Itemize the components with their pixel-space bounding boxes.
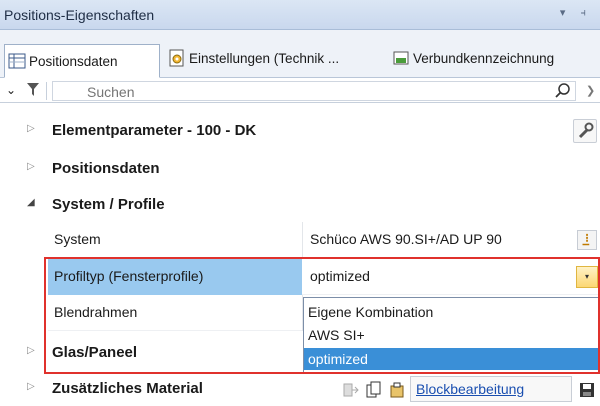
category-elementparameter[interactable]: ▷ Elementparameter - 100 - DK xyxy=(0,113,600,149)
wrench-button[interactable] xyxy=(573,119,597,143)
category-positionsdaten[interactable]: ▷ Positionsdaten xyxy=(0,151,600,187)
tab-positionsdaten[interactable]: Positionsdaten xyxy=(4,44,160,78)
search-icon[interactable] xyxy=(554,82,572,100)
bottom-toolbar: Blockbearbeitung xyxy=(0,372,600,406)
tab-label: Verbundkennzeichnung xyxy=(413,50,555,66)
property-value[interactable]: optimized xyxy=(310,268,370,284)
bulk-edit-link[interactable]: Blockbearbeitung xyxy=(416,381,524,397)
save-icon[interactable] xyxy=(578,381,596,399)
browse-button[interactable]: ⁝̲ xyxy=(577,230,597,250)
link-doc-icon xyxy=(393,51,409,65)
dropdown-option-selected[interactable]: optimized xyxy=(304,348,600,370)
expand-icon[interactable]: ▷ xyxy=(27,123,35,134)
search-row: ⌄ ❯ xyxy=(0,79,600,103)
category-label: Elementparameter - 100 - DK xyxy=(52,122,257,139)
category-system-profile[interactable]: ◢ System / Profile xyxy=(0,187,600,223)
table-icon xyxy=(8,53,26,69)
category-label: Positionsdaten xyxy=(52,160,160,177)
tab-strip: Positionsdaten Einstellungen (Technik ..… xyxy=(0,30,600,78)
dropdown-option[interactable]: Eigene Kombination xyxy=(304,301,600,323)
divider xyxy=(302,222,303,258)
copy-icon[interactable] xyxy=(365,381,383,399)
panel-titlebar: Positions-Eigenschaften ▾ ⫞ xyxy=(0,0,600,30)
property-name: System xyxy=(54,231,101,247)
window-controls[interactable]: ▾ ⫞ xyxy=(560,6,592,20)
profiltyp-dropdown-list[interactable]: Eigene Kombination AWS SI+ optimized xyxy=(303,297,600,373)
property-name: Blendrahmen xyxy=(54,304,138,320)
dropdown-button[interactable]: ▾ xyxy=(576,266,598,288)
settings-doc-icon xyxy=(169,49,184,67)
chevron-down-icon[interactable]: ⌄ xyxy=(6,83,16,97)
divider xyxy=(46,82,47,100)
tab-einstellungen[interactable]: Einstellungen (Technik ... xyxy=(164,44,386,72)
tab-label: Positionsdaten xyxy=(29,53,118,69)
category-label: Glas/Paneel xyxy=(52,344,138,361)
panel-title: Positions-Eigenschaften xyxy=(4,7,155,23)
collapse-icon[interactable]: ◢ xyxy=(27,197,35,208)
tab-verbundkennzeichnung[interactable]: Verbundkennzeichnung xyxy=(388,44,596,72)
property-row-system[interactable]: System Schüco AWS 90.SI+/AD UP 90 ⁝̲ xyxy=(48,222,600,258)
dropdown-option[interactable]: AWS SI+ xyxy=(304,324,600,346)
expand-icon[interactable]: ▷ xyxy=(27,161,35,172)
property-value[interactable]: Schüco AWS 90.SI+/AD UP 90 xyxy=(310,231,502,247)
category-label: System / Profile xyxy=(52,196,165,213)
property-row-profiltyp[interactable]: Profiltyp (Fensterprofile) optimized ▾ xyxy=(48,259,600,295)
search-input[interactable] xyxy=(52,81,576,101)
property-name: Profiltyp (Fensterprofile) xyxy=(54,268,204,284)
expand-icon[interactable]: ▷ xyxy=(27,345,35,356)
transfer-icon[interactable] xyxy=(342,381,360,399)
tab-label: Einstellungen (Technik ... xyxy=(189,50,340,66)
filter-icon[interactable] xyxy=(26,82,40,98)
wrench-icon xyxy=(578,122,594,139)
chevron-right-icon[interactable]: ❯ xyxy=(586,84,595,97)
paste-icon[interactable] xyxy=(388,381,406,399)
